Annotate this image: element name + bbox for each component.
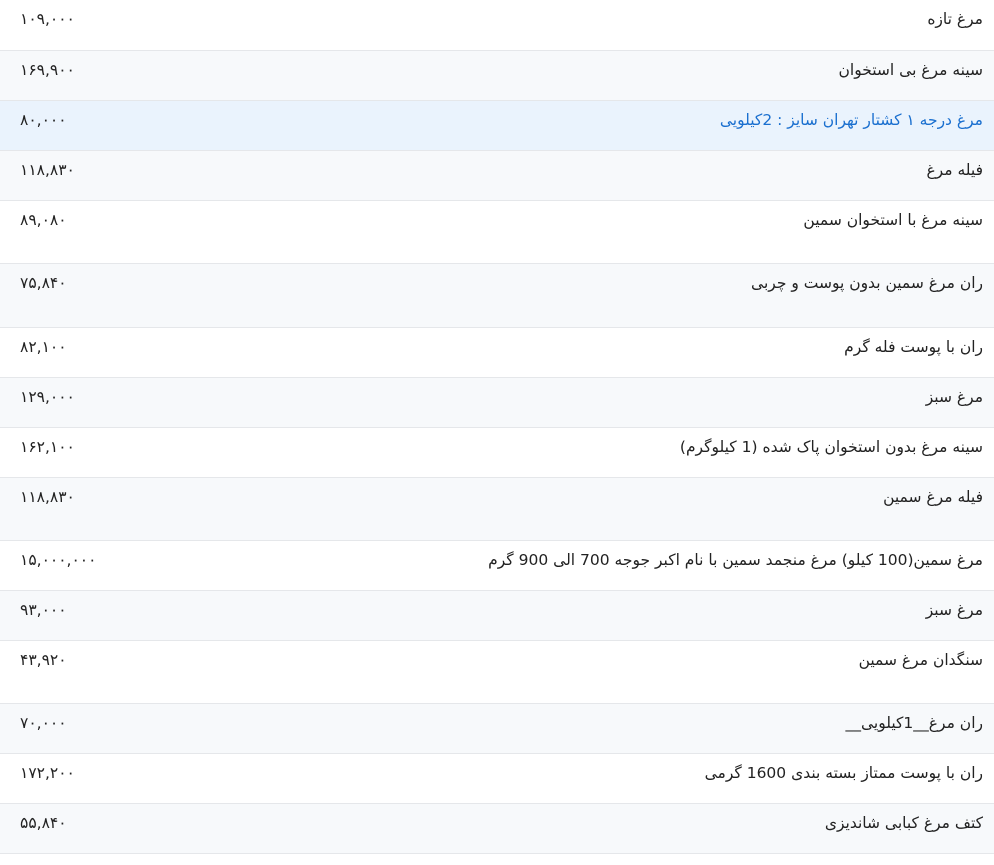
table-row[interactable]: ۹۳,۰۰۰ مرغ سبز <box>0 590 994 640</box>
item-price: ۷۵,۸۴۰ <box>20 273 67 292</box>
price-table: ۱۰۹,۰۰۰ مرغ تازه ۱۶۹,۹۰۰ سینه مرغ بی است… <box>0 0 994 854</box>
item-price: ۱۱۸,۸۳۰ <box>20 487 75 506</box>
table-row[interactable]: ۱۲۹,۰۰۰ مرغ سبز <box>0 377 994 427</box>
table-row[interactable]: ۱۷۲,۲۰۰ ران با پوست ممتاز بسته بندی 1600… <box>0 753 994 803</box>
table-row[interactable]: ۱۱۸,۸۳۰ فیله مرغ <box>0 150 994 200</box>
item-price: ۹۳,۰۰۰ <box>20 600 67 619</box>
item-price: ۱۰۹,۰۰۰ <box>20 10 75 28</box>
item-price: ۸۰,۰۰۰ <box>20 110 67 129</box>
table-row[interactable]: ۸۲,۱۰۰ ران با پوست فله گرم <box>0 327 994 377</box>
item-name[interactable]: سینه مرغ بی استخوان <box>191 50 994 100</box>
item-name[interactable]: کتف مرغ کبابی شاندیزی <box>191 803 994 853</box>
item-name[interactable]: سینه مرغ بدون استخوان پاک شده (1 کیلوگرم… <box>191 427 994 477</box>
item-price: ۵۵,۸۴۰ <box>20 813 67 832</box>
item-name[interactable]: ران با پوست ممتاز بسته بندی 1600 گرمی <box>191 753 994 803</box>
item-name[interactable]: ران با پوست فله گرم <box>191 327 994 377</box>
table-row[interactable]: ۷۵,۸۴۰ ران مرغ سمین بدون پوست و چربی <box>0 263 994 327</box>
item-name[interactable]: مرغ سبز <box>191 377 994 427</box>
table-row[interactable]: ۱۱۸,۸۳۰ فیله مرغ سمین <box>0 477 994 540</box>
table-row[interactable]: ۱۶۲,۱۰۰ سینه مرغ بدون استخوان پاک شده (1… <box>0 427 994 477</box>
item-price: ۸۹,۰۸۰ <box>20 210 67 229</box>
table-row[interactable]: ۱۰۹,۰۰۰ مرغ تازه <box>0 0 994 50</box>
item-name[interactable]: مرغ سبز <box>191 590 994 640</box>
item-price: ۱۲۹,۰۰۰ <box>20 387 75 406</box>
table-row[interactable]: ۱۶۹,۹۰۰ سینه مرغ بی استخوان <box>0 50 994 100</box>
item-price: ۴۳,۹۲۰ <box>20 650 67 669</box>
item-price: ۱۱۸,۸۳۰ <box>20 160 75 179</box>
table-row[interactable]: ۷۰,۰۰۰ ران مرغ__1کیلویی__ <box>0 703 994 753</box>
item-price: ۱۶۹,۹۰۰ <box>20 60 75 79</box>
item-name[interactable]: فیله مرغ سمین <box>191 477 994 540</box>
table-row[interactable]: ۵۵,۸۴۰ کتف مرغ کبابی شاندیزی <box>0 803 994 853</box>
table-row[interactable]: ۱۵,۰۰۰,۰۰۰ مرغ سمین(100 کیلو) مرغ منجمد … <box>0 540 994 590</box>
table-row[interactable]: ۴۳,۹۲۰ سنگدان مرغ سمین <box>0 640 994 703</box>
item-price: ۱۵,۰۰۰,۰۰۰ <box>20 550 97 569</box>
item-name[interactable]: سینه مرغ با استخوان سمین <box>191 200 994 263</box>
table-row-hovered[interactable]: ۸۰,۰۰۰ مرغ درجه ۱ کشتار تهران سایز : 2کی… <box>0 100 994 150</box>
item-name[interactable]: فیله مرغ <box>191 150 994 200</box>
item-name-link[interactable]: مرغ درجه ۱ کشتار تهران سایز : 2کیلویی <box>191 100 994 150</box>
item-name[interactable]: سنگدان مرغ سمین <box>191 640 994 703</box>
item-name[interactable]: مرغ تازه <box>191 0 994 50</box>
table-row[interactable]: ۸۹,۰۸۰ سینه مرغ با استخوان سمین <box>0 200 994 263</box>
item-name[interactable]: مرغ سمین(100 کیلو) مرغ منجمد سمین با نام… <box>191 540 994 590</box>
item-price: ۱۶۲,۱۰۰ <box>20 437 75 456</box>
item-name[interactable]: ران مرغ__1کیلویی__ <box>191 703 994 753</box>
item-name[interactable]: ران مرغ سمین بدون پوست و چربی <box>191 263 994 327</box>
item-price: ۱۷۲,۲۰۰ <box>20 763 75 782</box>
item-price: ۷۰,۰۰۰ <box>20 713 67 732</box>
item-price: ۸۲,۱۰۰ <box>20 337 67 356</box>
